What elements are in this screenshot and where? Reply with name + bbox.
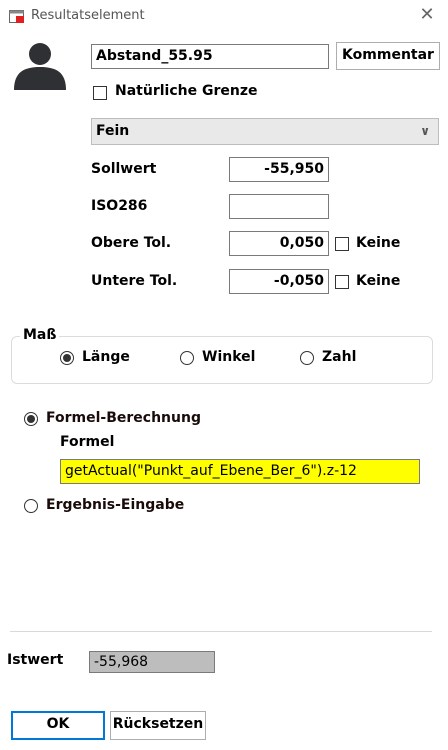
- comment-button[interactable]: Kommentar: [336, 42, 440, 70]
- radio-number[interactable]: [300, 351, 314, 365]
- upper-none-checkbox[interactable]: [335, 237, 349, 251]
- iso-input[interactable]: [229, 194, 329, 219]
- window-title: Resultatselement: [31, 8, 145, 23]
- actual-value-field: -55,968: [89, 651, 215, 673]
- name-input[interactable]: Abstand_55.95: [91, 44, 329, 69]
- nominal-input[interactable]: -55,950: [229, 157, 329, 182]
- formula-input[interactable]: getActual("Punkt_auf_Ebene_Ber_6").z-12: [60, 459, 420, 484]
- radio-number-label: Zahl: [322, 349, 357, 365]
- measure-group-label: Maß: [20, 327, 60, 343]
- lower-tol-input[interactable]: -0,050: [229, 269, 329, 294]
- nominal-label: Sollwert: [91, 161, 157, 177]
- divider: [10, 631, 432, 632]
- lower-none-label: Keine: [356, 273, 401, 289]
- reset-button[interactable]: Rücksetzen: [110, 711, 206, 740]
- radio-result-input[interactable]: [24, 499, 38, 513]
- actual-label: Istwert: [7, 652, 64, 668]
- resolution-select[interactable]: Fein ∨: [91, 118, 439, 145]
- upper-none-label: Keine: [356, 235, 401, 251]
- upper-tol-input[interactable]: 0,050: [229, 231, 329, 256]
- iso-label: ISO286: [91, 198, 148, 214]
- radio-length[interactable]: [60, 351, 74, 365]
- ok-button[interactable]: OK: [11, 711, 105, 740]
- upper-tol-label: Obere Tol.: [91, 235, 172, 251]
- app-icon: [9, 10, 24, 23]
- lower-none-checkbox[interactable]: [335, 275, 349, 289]
- radio-angle[interactable]: [180, 351, 194, 365]
- radio-formula-calc[interactable]: [24, 412, 38, 426]
- result-input-label: Ergebnis-Eingabe: [46, 497, 185, 513]
- radio-angle-label: Winkel: [202, 349, 256, 365]
- chevron-down-icon: ∨: [420, 124, 430, 138]
- radio-length-label: Länge: [82, 349, 130, 365]
- natural-border-label: Natürliche Grenze: [115, 83, 258, 99]
- lower-tol-label: Untere Tol.: [91, 273, 178, 289]
- formula-calc-label: Formel-Berechnung: [46, 410, 201, 426]
- user-icon: [14, 43, 66, 90]
- resolution-selected: Fein: [96, 123, 130, 139]
- natural-border-checkbox[interactable]: [93, 86, 107, 100]
- formula-label: Formel: [60, 434, 115, 450]
- close-icon[interactable]: ✕: [416, 4, 438, 26]
